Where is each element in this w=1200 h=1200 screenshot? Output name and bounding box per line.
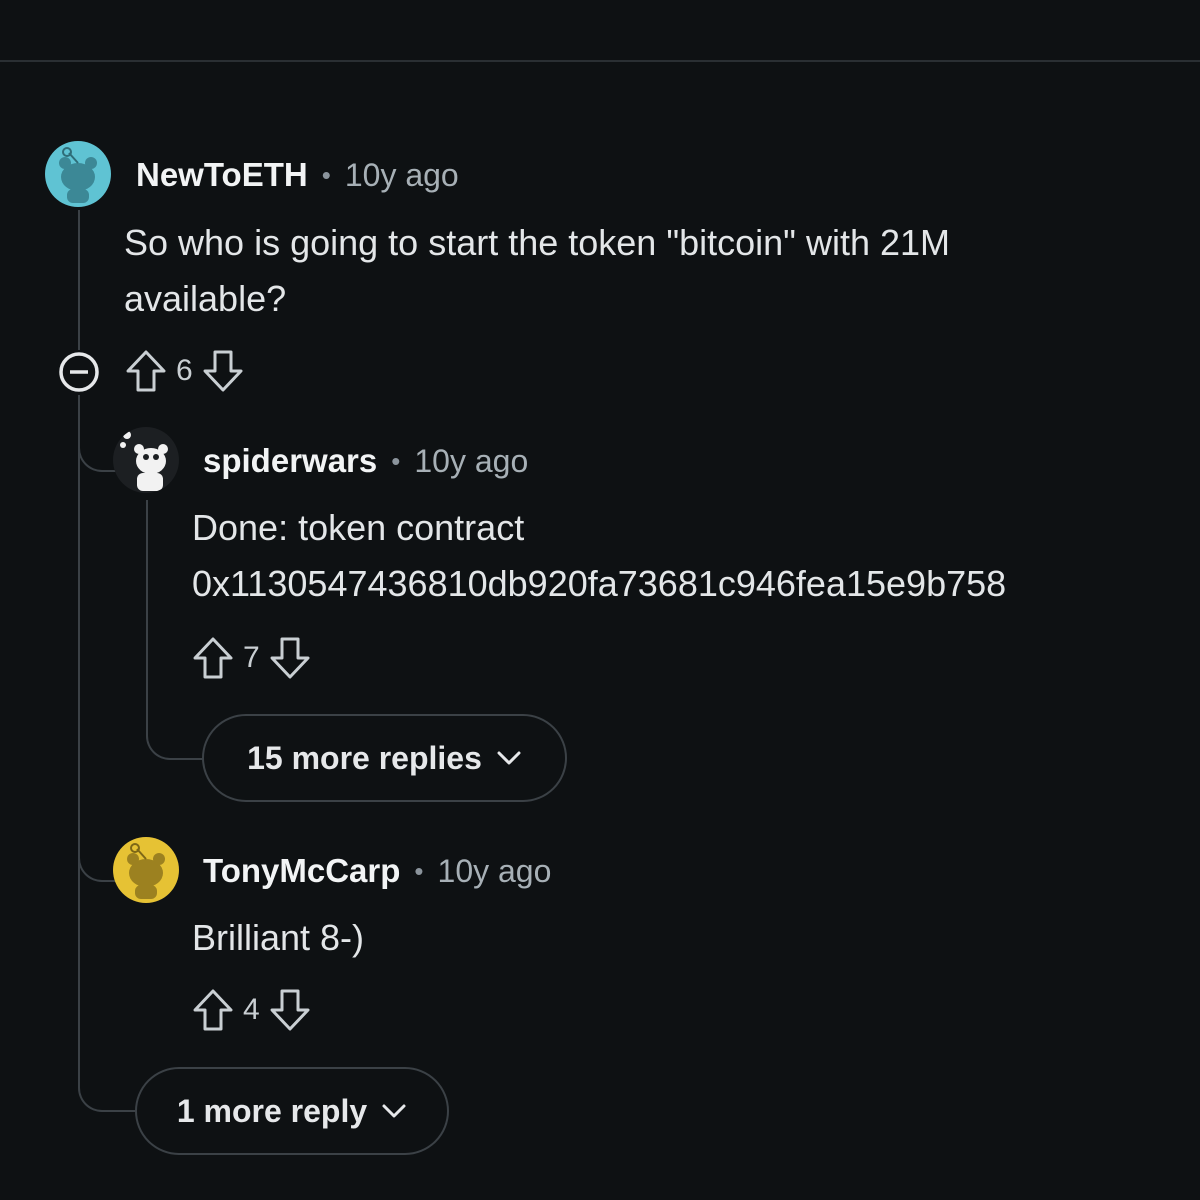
comment-meta-newtoeth: NewToETH • 10y ago xyxy=(136,150,459,200)
meta-separator: • xyxy=(391,445,401,476)
snoo-avatar-black-icon xyxy=(120,431,168,491)
downvote-arrow-icon[interactable] xyxy=(201,348,245,394)
thread-elbow-tonymccarp xyxy=(78,820,116,882)
comment-line: 0x1130547436810db920fa73681c946fea15e9b7… xyxy=(192,563,1007,604)
comment-meta-tonymccarp: TonyMcCarp • 10y ago xyxy=(203,846,551,896)
meta-separator: • xyxy=(321,159,331,190)
collapse-minus-icon xyxy=(59,352,99,392)
avatar-tonymccarp[interactable] xyxy=(113,837,179,903)
thread-line-main xyxy=(78,210,80,350)
more-replies-button[interactable]: 15 more replies xyxy=(202,714,567,802)
comment-age[interactable]: 10y ago xyxy=(438,853,552,890)
vote-row-tonymccarp: 4 xyxy=(191,986,312,1034)
comment-body-newtoeth: So who is going to start the token "bitc… xyxy=(124,215,950,327)
vote-row-newtoeth: 6 xyxy=(124,347,245,395)
vote-score: 4 xyxy=(243,993,260,1026)
upvote-arrow-icon[interactable] xyxy=(124,348,168,394)
snoo-avatar-teal-icon xyxy=(59,147,97,203)
thread-elbow-spiderwars xyxy=(78,410,116,472)
downvote-arrow-icon[interactable] xyxy=(268,987,312,1033)
more-replies-label: 1 more reply xyxy=(176,1092,368,1129)
vote-row-spiderwars: 7 xyxy=(191,634,312,682)
more-replies-label: 15 more replies xyxy=(247,739,482,776)
username[interactable]: TonyMcCarp xyxy=(203,852,400,890)
comment-line: available? xyxy=(124,278,287,319)
comment-line: So who is going to start the token "bitc… xyxy=(124,222,950,263)
thread-line-main-lower xyxy=(78,395,138,1112)
vote-score: 7 xyxy=(243,641,260,674)
more-replies-button[interactable]: 1 more reply xyxy=(135,1067,449,1155)
chevron-down-icon xyxy=(382,1104,406,1118)
username[interactable]: spiderwars xyxy=(203,442,377,480)
snoo-avatar-yellow-icon xyxy=(127,843,165,899)
vote-score: 6 xyxy=(176,354,193,387)
chevron-down-icon xyxy=(497,751,521,765)
avatar-spiderwars[interactable] xyxy=(113,427,179,493)
collapse-thread-button[interactable] xyxy=(57,350,101,394)
upvote-arrow-icon[interactable] xyxy=(191,635,235,681)
upvote-arrow-icon[interactable] xyxy=(191,987,235,1033)
comment-body-spiderwars: Done: token contract 0x1130547436810db92… xyxy=(192,500,1006,612)
username[interactable]: NewToETH xyxy=(136,156,308,194)
comment-age[interactable]: 10y ago xyxy=(345,157,459,194)
comment-age[interactable]: 10y ago xyxy=(414,443,528,480)
comment-body-tonymccarp: Brilliant 8-) xyxy=(192,910,364,966)
downvote-arrow-icon[interactable] xyxy=(268,635,312,681)
avatar-newtoeth[interactable] xyxy=(45,141,111,207)
meta-separator: • xyxy=(414,855,424,886)
top-divider xyxy=(0,0,1200,62)
comment-line: Done: token contract xyxy=(192,507,525,548)
comment-meta-spiderwars: spiderwars • 10y ago xyxy=(203,436,528,486)
comment-line: Brilliant 8-) xyxy=(192,917,365,958)
